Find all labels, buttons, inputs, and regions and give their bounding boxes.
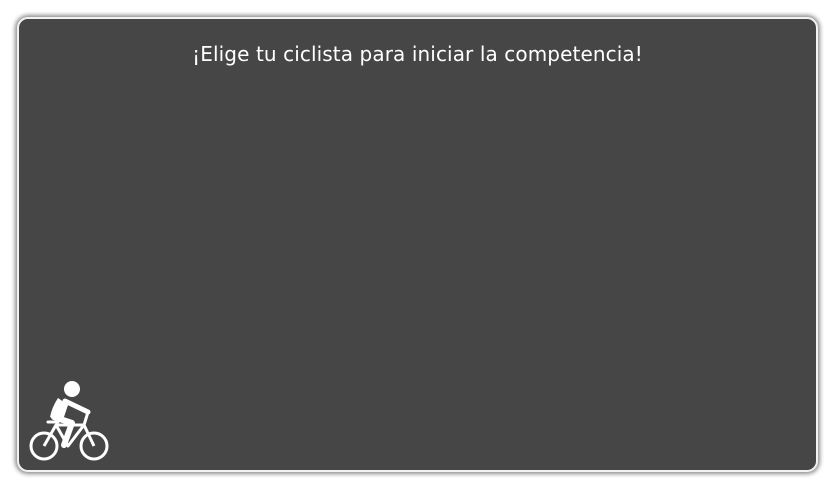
game-panel: ¡Elige tu ciclista para iniciar la compe… — [17, 17, 818, 472]
prompt-text: ¡Elige tu ciclista para iniciar la compe… — [192, 42, 643, 66]
cyclist-icon[interactable] — [28, 379, 110, 463]
